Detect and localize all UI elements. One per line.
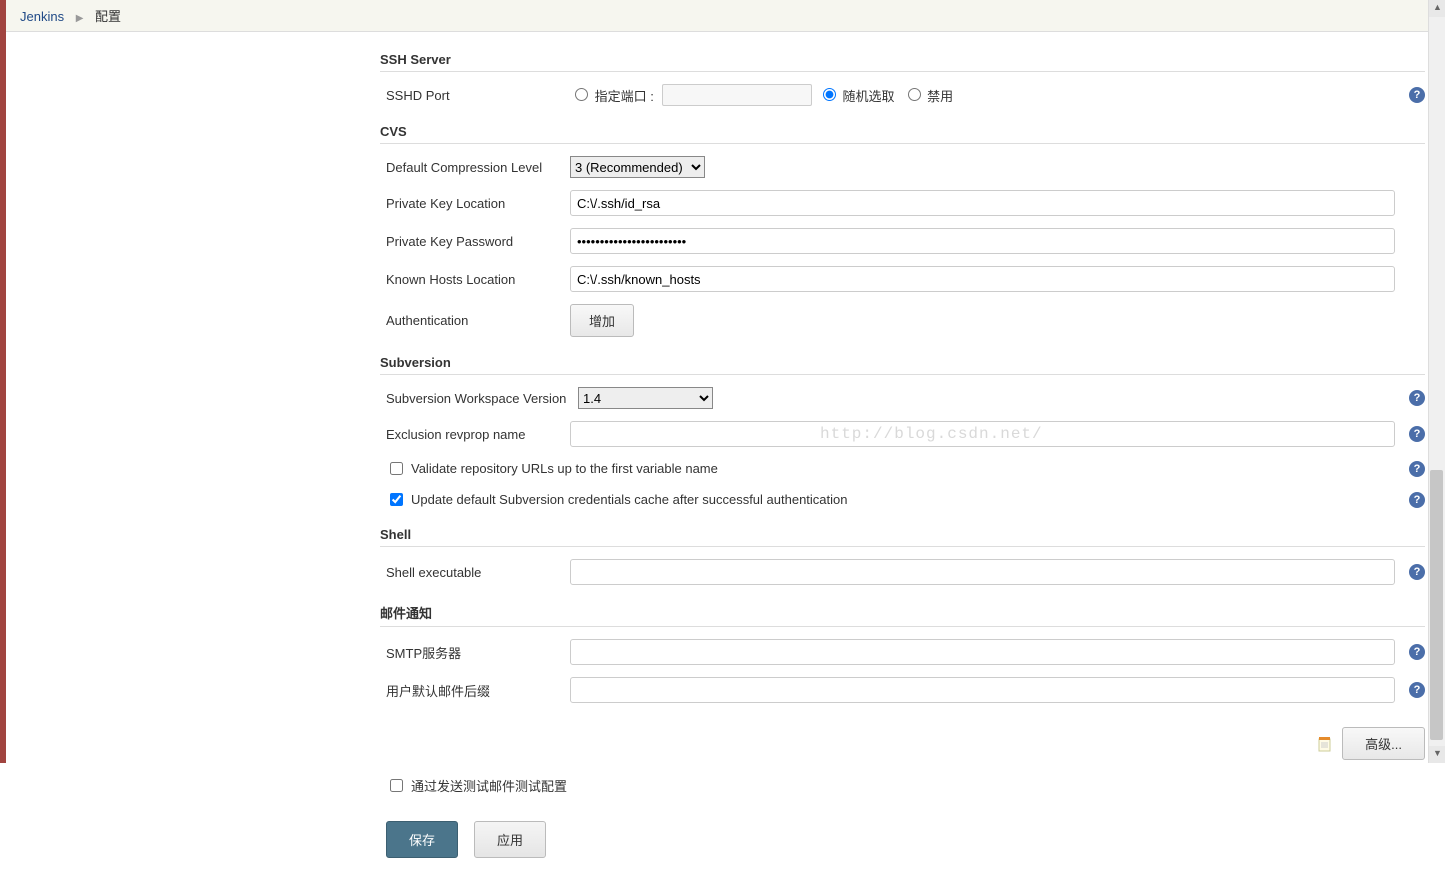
sshd-random-radio-label[interactable]: 随机选取 <box>818 85 895 105</box>
sshd-specify-text: 指定端口 : <box>595 89 654 104</box>
sshd-random-radio[interactable] <box>823 88 836 101</box>
sshd-disable-radio[interactable] <box>908 88 921 101</box>
advanced-button[interactable]: 高级... <box>1342 727 1425 760</box>
sshd-disable-radio-label[interactable]: 禁用 <box>903 85 954 105</box>
svn-ws-label: Subversion Workspace Version <box>380 391 578 406</box>
apply-button[interactable]: 应用 <box>474 821 546 858</box>
scroll-thumb[interactable] <box>1430 470 1443 740</box>
cvs-khosts-label: Known Hosts Location <box>380 272 570 287</box>
cvs-pkloc-input[interactable] <box>570 190 1395 216</box>
svn-update-checkbox[interactable] <box>390 493 403 506</box>
notepad-icon <box>1316 735 1334 753</box>
cvs-pkpass-label: Private Key Password <box>380 234 570 249</box>
sshd-port-input[interactable] <box>662 84 812 106</box>
cvs-khosts-input[interactable] <box>570 266 1395 292</box>
section-cvs: CVS <box>380 124 1425 144</box>
help-icon[interactable]: ? <box>1409 426 1425 442</box>
help-icon[interactable]: ? <box>1409 390 1425 406</box>
breadcrumb-sep: ▶ <box>76 13 84 24</box>
help-icon[interactable]: ? <box>1409 564 1425 580</box>
svn-excl-label: Exclusion revprop name <box>380 427 570 442</box>
vertical-scrollbar[interactable]: ▲ ▼ <box>1428 0 1445 763</box>
mail-suffix-input[interactable] <box>570 677 1395 703</box>
help-icon[interactable]: ? <box>1409 461 1425 477</box>
left-accent-strip <box>0 0 6 763</box>
help-icon[interactable]: ? <box>1409 492 1425 508</box>
breadcrumb: Jenkins ▶ 配置 <box>0 0 1445 32</box>
mail-test-label: 通过发送测试邮件测试配置 <box>411 776 567 795</box>
mail-smtp-label: SMTP服务器 <box>380 643 570 662</box>
svn-validate-label: Validate repository URLs up to the first… <box>411 461 718 476</box>
mail-suffix-label: 用户默认邮件后缀 <box>380 681 570 700</box>
scroll-up-icon[interactable]: ▲ <box>1429 0 1445 17</box>
shell-exec-input[interactable] <box>570 559 1395 585</box>
section-svn: Subversion <box>380 355 1425 375</box>
mail-test-checkbox[interactable] <box>390 779 403 792</box>
section-shell: Shell <box>380 527 1425 547</box>
cvs-pkpass-input[interactable] <box>570 228 1395 254</box>
section-mail: 邮件通知 <box>380 603 1425 627</box>
sshd-port-label: SSHD Port <box>380 88 570 103</box>
help-icon[interactable]: ? <box>1409 644 1425 660</box>
svn-validate-checkbox[interactable] <box>390 462 403 475</box>
cvs-pkloc-label: Private Key Location <box>380 196 570 211</box>
shell-exec-label: Shell executable <box>380 565 570 580</box>
sshd-specify-radio[interactable] <box>575 88 588 101</box>
svn-excl-input[interactable] <box>570 421 1395 447</box>
cvs-add-button[interactable]: 增加 <box>570 304 634 337</box>
cvs-compression-select[interactable]: 3 (Recommended) <box>570 156 705 178</box>
sshd-specify-radio-label[interactable]: 指定端口 : <box>570 85 654 105</box>
save-button[interactable]: 保存 <box>386 821 458 858</box>
svn-ws-select[interactable]: 1.4 <box>578 387 713 409</box>
breadcrumb-current: 配置 <box>95 9 121 24</box>
help-icon[interactable]: ? <box>1409 87 1425 103</box>
cvs-compression-label: Default Compression Level <box>380 160 570 175</box>
sshd-disable-text: 禁用 <box>927 89 953 104</box>
breadcrumb-root[interactable]: Jenkins <box>20 9 64 24</box>
section-ssh: SSH Server <box>380 52 1425 72</box>
svn-update-label: Update default Subversion credentials ca… <box>411 492 847 507</box>
cvs-auth-label: Authentication <box>380 313 570 328</box>
config-form: SSH Server SSHD Port 指定端口 : 随机选取 禁用 ? CV… <box>380 32 1425 878</box>
scroll-down-icon[interactable]: ▼ <box>1429 746 1445 763</box>
mail-smtp-input[interactable] <box>570 639 1395 665</box>
sshd-random-text: 随机选取 <box>842 89 894 104</box>
help-icon[interactable]: ? <box>1409 682 1425 698</box>
